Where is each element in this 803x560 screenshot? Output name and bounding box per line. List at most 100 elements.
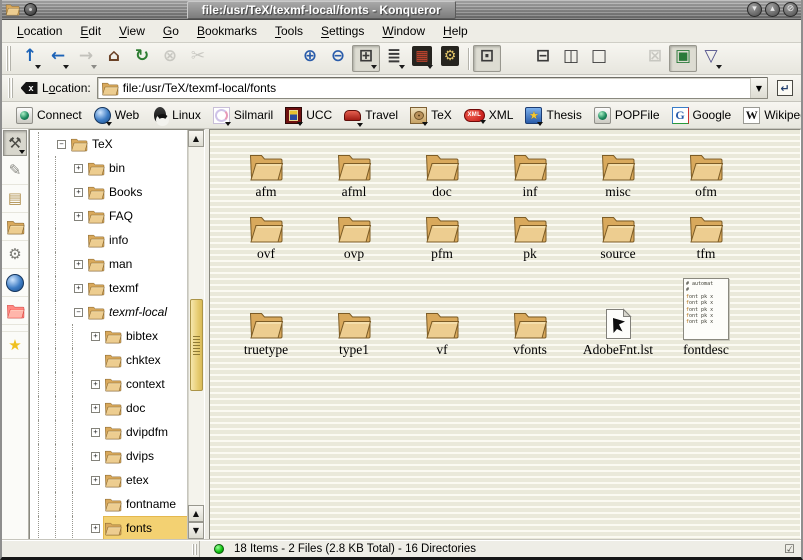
folder-type1[interactable]: type1: [310, 309, 398, 358]
list-view-button[interactable]: ≣: [380, 45, 408, 72]
folder-pk[interactable]: pk: [486, 213, 574, 262]
menu-settings[interactable]: Settings: [312, 22, 373, 40]
new-tab-button[interactable]: [613, 45, 641, 72]
tree-item-man[interactable]: man: [30, 252, 187, 276]
scrollbar-track[interactable]: [188, 147, 204, 505]
tree-item-tex[interactable]: TeX: [30, 132, 187, 156]
bookmark-travel[interactable]: Travel: [339, 106, 403, 125]
split-view-top-bottom-button[interactable]: ⊟: [529, 45, 557, 72]
folder-afml[interactable]: afml: [310, 151, 398, 200]
split-view-left-right-button[interactable]: ◫: [557, 45, 585, 72]
back-button[interactable]: ←: [44, 45, 72, 72]
status-grip[interactable]: [192, 544, 197, 555]
location-input[interactable]: file:/usr/TeX/texmf-local/fonts ▼: [97, 77, 768, 99]
scroll-down-button[interactable]: ▼: [188, 522, 204, 539]
maximize-button[interactable]: ▴: [765, 2, 780, 17]
bookmark-xml[interactable]: XML XML: [459, 107, 519, 123]
folder-vf[interactable]: vf: [398, 309, 486, 358]
icon-view-button[interactable]: ⊞: [352, 45, 380, 72]
tree-expand-toggle[interactable]: [91, 452, 100, 461]
services-button[interactable]: ⚙: [2, 241, 28, 269]
tree-item-books[interactable]: Books: [30, 180, 187, 204]
bricks-button[interactable]: ▦: [408, 45, 436, 72]
folder-pfm[interactable]: pfm: [398, 213, 486, 262]
folder-afm[interactable]: afm: [222, 151, 310, 200]
file-adobefnt-lst[interactable]: AdobeFnt.lst: [574, 308, 662, 358]
status-checkbox-icon[interactable]: ☑: [784, 542, 801, 556]
tree-item-fonts[interactable]: fonts: [30, 516, 187, 539]
folder-source[interactable]: source: [574, 213, 662, 262]
bookmark-popfile[interactable]: POPFile: [589, 106, 665, 125]
menu-edit[interactable]: Edit: [71, 22, 110, 40]
paste-button[interactable]: [240, 45, 268, 72]
tree-expand-toggle[interactable]: [74, 188, 83, 197]
folder-doc[interactable]: doc: [398, 151, 486, 200]
tree-item-doc[interactable]: doc: [30, 396, 187, 420]
location-toolbar-grip[interactable]: [8, 78, 15, 99]
tree-item-info[interactable]: info: [30, 228, 187, 252]
up-button[interactable]: ↑: [16, 45, 44, 72]
bookmark-linux[interactable]: Linux: [146, 106, 206, 125]
tree-item-texmf-local[interactable]: texmf-local: [30, 300, 187, 324]
bookmark-tex[interactable]: TeX: [405, 106, 457, 125]
home-folder-button[interactable]: [2, 213, 28, 241]
go-button[interactable]: ↵: [773, 77, 797, 100]
tree-expand-toggle[interactable]: [91, 380, 100, 389]
folder-ofm[interactable]: ofm: [662, 151, 750, 200]
menu-bookmarks[interactable]: Bookmarks: [188, 22, 266, 40]
folder-tfm[interactable]: tfm: [662, 213, 750, 262]
tree-expand-toggle[interactable]: [91, 404, 100, 413]
reload-button[interactable]: ↻: [128, 45, 156, 72]
file-fontdesc[interactable]: # automat#font pk xfont pk xfont pk xfon…: [662, 278, 750, 358]
scroll-up-button[interactable]: ▲: [188, 130, 204, 147]
tree-item-bibtex[interactable]: bibtex: [30, 324, 187, 348]
filter-button[interactable]: ▽: [697, 45, 725, 72]
close-tab-button[interactable]: ⊠: [641, 45, 669, 72]
pen-button[interactable]: ✎: [2, 157, 28, 185]
folder-inf[interactable]: inf: [486, 151, 574, 200]
menu-location[interactable]: Location: [8, 22, 71, 40]
folder-vfonts[interactable]: vfonts: [486, 309, 574, 358]
show-navigation-panel-button[interactable]: ⊡: [473, 45, 501, 72]
configure-navigation-panel-button[interactable]: ⚒: [3, 130, 27, 156]
tree-expand-toggle[interactable]: [57, 140, 66, 149]
folder-misc[interactable]: misc: [574, 151, 662, 200]
copy-button[interactable]: [212, 45, 240, 72]
folder-ovf[interactable]: ovf: [222, 213, 310, 262]
tree-scrollbar[interactable]: ▲ ▲ ▼: [187, 130, 204, 539]
tree-expand-toggle[interactable]: [91, 332, 100, 341]
location-dropdown-button[interactable]: ▼: [750, 78, 767, 98]
tree-item-fontname[interactable]: fontname: [30, 492, 187, 516]
bookmark-silmaril[interactable]: Silmaril: [208, 106, 278, 125]
title-bar[interactable]: file:/usr/TeX/texmf-local/fonts - Konque…: [2, 0, 801, 20]
tree-expand-toggle[interactable]: [74, 260, 83, 269]
bookmark-web[interactable]: Web: [89, 106, 144, 125]
preview-button[interactable]: ▣: [669, 45, 697, 72]
network-button[interactable]: [2, 269, 28, 297]
clear-location-button[interactable]: x: [18, 78, 40, 98]
zoom-out-button[interactable]: ⊖: [324, 45, 352, 72]
tree-item-bin[interactable]: bin: [30, 156, 187, 180]
bookmarks-button[interactable]: ★: [2, 331, 28, 359]
bookmark-wikipedia[interactable]: W Wikipedia: [738, 106, 803, 125]
menu-view[interactable]: View: [110, 22, 154, 40]
tree-expand-toggle[interactable]: [74, 212, 83, 221]
bookmark-thesis[interactable]: Thesis: [520, 106, 586, 125]
home-button[interactable]: ⌂: [100, 45, 128, 72]
tree-item-texmf[interactable]: texmf: [30, 276, 187, 300]
tree-expand-toggle[interactable]: [91, 524, 100, 533]
remove-view-button[interactable]: □: [585, 45, 613, 72]
tree-expand-toggle[interactable]: [74, 284, 83, 293]
tree-expand-toggle[interactable]: [74, 164, 83, 173]
stop-button[interactable]: ⊗: [156, 45, 184, 72]
history-button[interactable]: ▤: [2, 185, 28, 213]
bookmark-google[interactable]: G Google: [667, 106, 737, 125]
menu-tools[interactable]: Tools: [266, 22, 312, 40]
tree-item-chktex[interactable]: chktex: [30, 348, 187, 372]
root-folder-button[interactable]: [2, 297, 28, 325]
folder-truetype[interactable]: truetype: [222, 309, 310, 358]
tree-item-context[interactable]: context: [30, 372, 187, 396]
print-button[interactable]: [268, 45, 296, 72]
folder-ovp[interactable]: ovp: [310, 213, 398, 262]
close-button[interactable]: ⊘: [783, 2, 798, 17]
